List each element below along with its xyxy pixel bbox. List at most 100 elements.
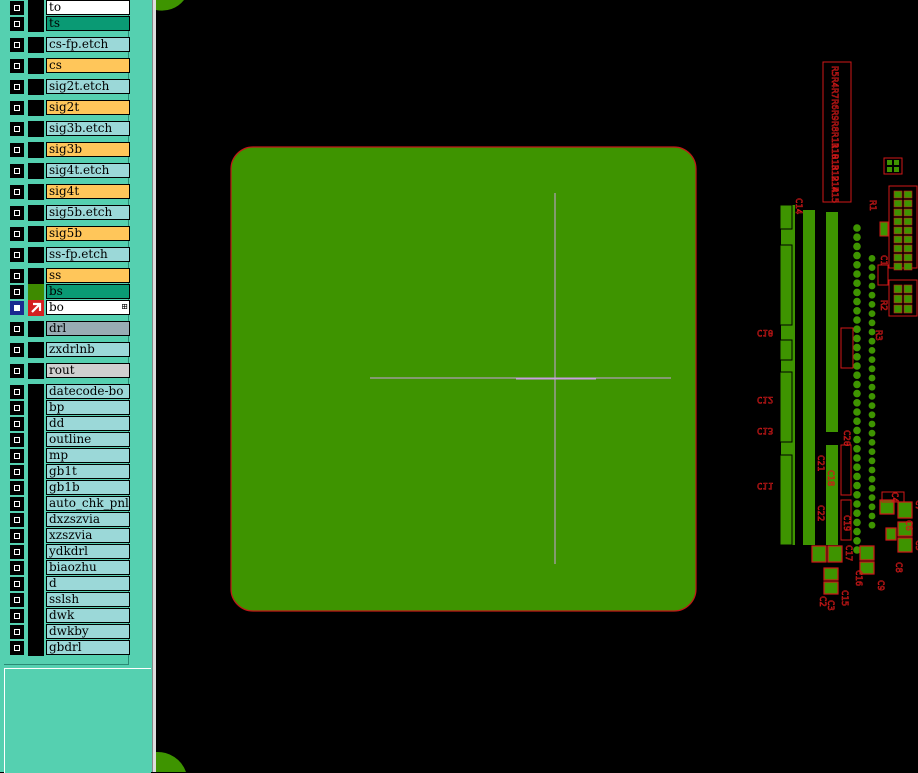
layer-visibility-checkbox[interactable] [10,248,24,262]
layer-name-label[interactable]: sig2t [46,100,130,115]
layer-row-sig3b[interactable]: sig3b [8,142,130,158]
layer-row-sig2t-etch[interactable]: sig2t.etch [8,79,130,95]
layer-color-swatch[interactable] [28,576,44,592]
layer-name-label[interactable]: ss-fp.etch [46,247,130,262]
layer-visibility-checkbox[interactable] [10,513,24,527]
layer-color-swatch[interactable] [28,560,44,576]
layer-row-sslsh[interactable]: sslsh [8,592,130,608]
layer-name-label[interactable]: sig5b.etch [46,205,130,220]
layer-row-cs[interactable]: cs [8,58,130,74]
layer-name-label[interactable]: biaozhu [46,560,130,575]
layer-visibility-checkbox[interactable] [10,227,24,241]
layer-row-zxdrlnb[interactable]: zxdrlnb [8,342,130,358]
layer-name-label[interactable]: sig2t.etch [46,79,130,94]
layer-color-swatch[interactable] [28,400,44,416]
layer-color-swatch[interactable] [28,0,44,16]
layer-row-to[interactable]: to [8,0,130,16]
layer-row-mp[interactable]: mp [8,448,130,464]
layer-color-swatch[interactable] [28,142,44,158]
layer-name-label[interactable]: gbdrl [46,640,130,655]
layer-visibility-checkbox[interactable] [10,1,24,15]
layer-visibility-checkbox[interactable] [10,497,24,511]
layer-name-label[interactable]: sig3b.etch [46,121,130,136]
layer-row-gb1t[interactable]: gb1t [8,464,130,480]
layer-visibility-checkbox[interactable] [10,465,24,479]
layer-name-label[interactable]: gb1t [46,464,130,479]
layer-visibility-checkbox[interactable] [10,609,24,623]
layer-row-sig5b-etch[interactable]: sig5b.etch [8,205,130,221]
layer-row-dwkby[interactable]: dwkby [8,624,130,640]
layer-row-auto-chk-pnl[interactable]: auto_chk_pnl [8,496,130,512]
layer-name-label[interactable]: sig5b [46,226,130,241]
layer-visibility-checkbox[interactable] [10,385,24,399]
layer-row-sig4t-etch[interactable]: sig4t.etch [8,163,130,179]
layer-name-label[interactable]: sig4t [46,184,130,199]
layer-visibility-checkbox[interactable] [10,641,24,655]
layer-name-label[interactable]: mp [46,448,130,463]
layer-name-label[interactable]: cs-fp.etch [46,37,130,52]
layer-color-swatch[interactable] [28,512,44,528]
layer-name-label[interactable]: xzszvia [46,528,130,543]
layer-name-label[interactable]: dxzszvia [46,512,130,527]
layer-name-label[interactable]: ss [46,268,130,283]
layer-name-label[interactable]: bo ⊞ [46,300,130,315]
layer-color-swatch[interactable] [28,205,44,221]
layer-visibility-checkbox[interactable] [10,343,24,357]
layer-name-label[interactable]: gb1b [46,480,130,495]
component-cluster[interactable]: R5R4R7R6R9R8R11R10R13R12R14R15C10C12C13C… [757,61,918,611]
layer-name-label[interactable]: ydkdrl [46,544,130,559]
layer-color-swatch[interactable] [28,480,44,496]
layer-color-swatch[interactable] [28,528,44,544]
layer-visibility-checkbox[interactable] [10,529,24,543]
layer-name-label[interactable]: cs [46,58,130,73]
pcb-canvas[interactable]: R5 R4 R7 R6 R9 R8 R11 R10 R13 R12 R14 R15 C10 C12 C13 C… [156,0,918,772]
layer-row-ss-fp-etch[interactable]: ss-fp.etch [8,247,130,263]
layer-color-swatch[interactable] [28,100,44,116]
layer-color-swatch[interactable] [28,624,44,640]
layer-name-label[interactable]: bs [46,284,130,299]
layer-name-label[interactable]: d [46,576,130,591]
layer-color-swatch[interactable] [28,464,44,480]
layer-color-swatch[interactable] [28,384,44,400]
layer-visibility-checkbox[interactable] [10,80,24,94]
layer-name-label[interactable]: dwkby [46,624,130,639]
layer-visibility-checkbox[interactable] [10,185,24,199]
layer-row-gbdrl[interactable]: gbdrl [8,640,130,656]
layer-visibility-checkbox[interactable] [10,38,24,52]
layer-color-swatch[interactable] [28,432,44,448]
layer-visibility-checkbox[interactable] [10,545,24,559]
layer-color-swatch[interactable] [28,268,44,284]
layer-name-label[interactable]: sig4t.etch [46,163,130,178]
layer-row-rout[interactable]: rout [8,363,130,379]
layer-color-swatch[interactable] [28,416,44,432]
layer-visibility-checkbox[interactable] [10,122,24,136]
layer-row-sig5b[interactable]: sig5b [8,226,130,242]
layer-visibility-checkbox[interactable] [10,364,24,378]
layer-name-label[interactable]: dwk [46,608,130,623]
layer-color-swatch[interactable] [28,79,44,95]
layer-row-dd[interactable]: dd [8,416,130,432]
layer-visibility-checkbox[interactable] [10,101,24,115]
layer-visibility-checkbox[interactable] [10,481,24,495]
layer-row-bo[interactable]: bo ⊞ [8,300,130,316]
layer-row-datecode-bo[interactable]: datecode-bo [8,384,130,400]
layer-color-swatch[interactable] [28,58,44,74]
layer-row-sig2t[interactable]: sig2t [8,100,130,116]
layer-visibility-checkbox[interactable] [10,164,24,178]
layer-row-bp[interactable]: bp [8,400,130,416]
layer-visibility-checkbox[interactable] [10,449,24,463]
layer-row-gb1b[interactable]: gb1b [8,480,130,496]
layer-row-cs-fp-etch[interactable]: cs-fp.etch [8,37,130,53]
layer-color-swatch[interactable] [28,226,44,242]
layer-row-outline[interactable]: outline [8,432,130,448]
layer-visibility-checkbox[interactable] [10,401,24,415]
layer-color-swatch[interactable] [28,284,44,300]
layer-row-d[interactable]: d [8,576,130,592]
pcb-drawing[interactable]: R5R4R7R6R9R8R11R10R13R12R14R15C10C12C13C… [156,0,918,772]
layer-visibility-checkbox[interactable] [10,301,24,315]
layer-color-swatch[interactable] [28,363,44,379]
layer-row-sig3b-etch[interactable]: sig3b.etch [8,121,130,137]
layer-visibility-checkbox[interactable] [10,143,24,157]
layer-visibility-checkbox[interactable] [10,433,24,447]
layer-color-swatch[interactable] [28,342,44,358]
